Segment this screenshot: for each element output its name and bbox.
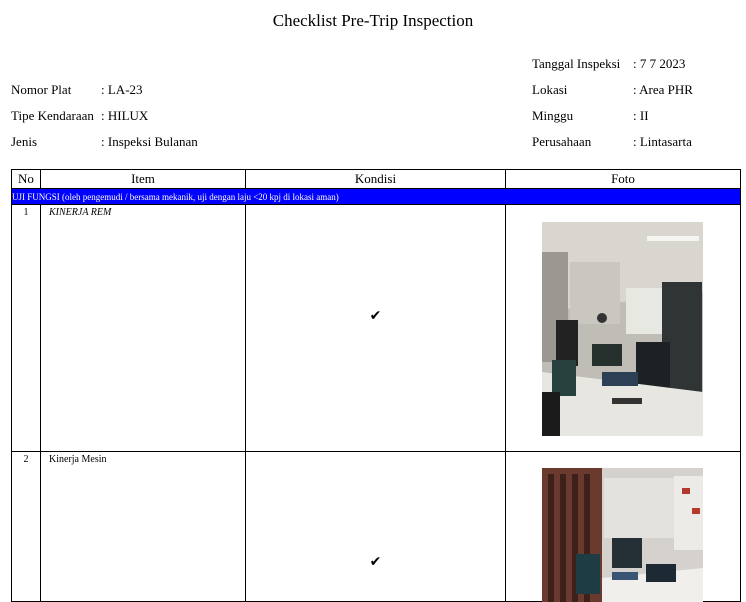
vehicle-type-value: : HILUX xyxy=(101,108,149,123)
section-row: UJI FUNGSI (oleh pengemudi / bersama mek… xyxy=(11,188,741,205)
checkmark-icon: ✔ xyxy=(369,308,382,324)
location-value: : Area PHR xyxy=(633,82,693,97)
row-foto xyxy=(505,204,741,452)
location-label: Lokasi xyxy=(532,82,568,97)
plate-label: Nomor Plat xyxy=(11,82,72,97)
plate-value: : LA-23 xyxy=(101,82,143,97)
header-no: No xyxy=(11,169,41,189)
header-item: Item xyxy=(40,169,246,189)
kind-value: : Inspeksi Bulanan xyxy=(101,134,198,149)
header-foto: Foto xyxy=(505,169,741,189)
inspection-table: No Item Kondisi Foto UJI FUNGSI (oleh pe… xyxy=(11,169,741,602)
row-kondisi: ✔ xyxy=(245,204,506,452)
row-kondisi: ✔ xyxy=(245,451,506,602)
company-label: Perusahaan xyxy=(532,134,592,149)
date-value: : 7 7 2023 xyxy=(633,56,686,71)
vehicle-info: Nomor Plat : LA-23 Tipe Kendaraan : HILU… xyxy=(11,82,271,152)
page-title: Checklist Pre-Trip Inspection xyxy=(272,11,474,30)
inspection-info: Tanggal Inspeksi : 7 7 2023 Lokasi : Are… xyxy=(532,56,742,152)
week-label: Minggu xyxy=(532,108,574,123)
table-row: 1 KINERJA REM ✔ xyxy=(11,204,741,452)
table-header-row: No Item Kondisi Foto xyxy=(11,169,741,189)
row-item: KINERJA REM xyxy=(40,204,246,452)
kind-label: Jenis xyxy=(11,134,37,149)
checkmark-icon: ✔ xyxy=(369,554,382,570)
vehicle-type-label: Tipe Kendaraan xyxy=(11,108,94,123)
row-foto xyxy=(505,451,741,602)
inspection-photo xyxy=(542,468,703,602)
date-label: Tanggal Inspeksi xyxy=(532,56,621,71)
company-value: : Lintasarta xyxy=(633,134,692,149)
row-number: 1 xyxy=(11,204,41,452)
row-number: 2 xyxy=(11,451,41,602)
inspection-photo xyxy=(542,222,703,436)
week-value: : II xyxy=(633,108,649,123)
header-kondisi: Kondisi xyxy=(245,169,506,189)
table-row: 2 Kinerja Mesin ✔ xyxy=(11,451,741,602)
section-title: UJI FUNGSI (oleh pengemudi / bersama mek… xyxy=(11,188,339,205)
row-item: Kinerja Mesin xyxy=(40,451,246,602)
